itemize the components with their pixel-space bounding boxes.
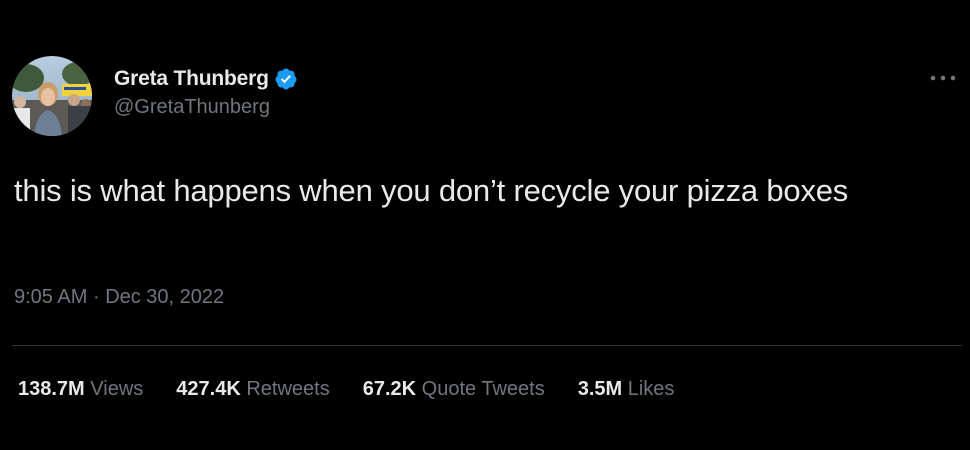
stat-value: 427.4K bbox=[176, 378, 241, 400]
stat-value: 67.2K bbox=[362, 378, 417, 400]
display-name[interactable]: Greta Thunberg bbox=[114, 67, 269, 91]
tweet-date[interactable]: Dec 30, 2022 bbox=[105, 286, 224, 308]
stat-value: 3.5M bbox=[577, 378, 623, 400]
handle[interactable]: @GretaThunberg bbox=[114, 96, 298, 119]
avatar[interactable] bbox=[12, 56, 92, 136]
stat-label: Views bbox=[90, 378, 144, 400]
stat-quote-tweets[interactable]: 67.2K Quote Tweets bbox=[363, 378, 545, 401]
stat-views[interactable]: 138.7M Views bbox=[18, 378, 143, 401]
stat-label: Retweets bbox=[246, 378, 330, 400]
tweet-stats: 138.7M Views 427.4K Retweets 67.2K Quote… bbox=[18, 378, 707, 401]
stat-retweets[interactable]: 427.4K Retweets bbox=[176, 378, 329, 401]
timestamp-separator: · bbox=[92, 286, 100, 308]
more-options-button[interactable] bbox=[928, 66, 958, 90]
tweet-text: this is what happens when you don’t recy… bbox=[14, 173, 849, 208]
stat-likes[interactable]: 3.5M Likes bbox=[578, 378, 675, 401]
stat-value: 138.7M bbox=[18, 378, 85, 400]
divider bbox=[12, 345, 962, 346]
more-options-icon bbox=[930, 75, 956, 81]
stat-label: Likes bbox=[627, 378, 675, 400]
name-row: Greta Thunberg bbox=[114, 66, 298, 92]
author-info: Greta Thunberg @GretaThunberg bbox=[114, 66, 298, 119]
tweet-card: Greta Thunberg @GretaThunberg this is wh… bbox=[0, 0, 970, 450]
profile-photo bbox=[12, 56, 92, 136]
tweet-time[interactable]: 9:05 AM bbox=[14, 286, 87, 308]
verified-badge-icon[interactable] bbox=[274, 67, 298, 91]
tweet-timestamp: 9:05 AM · Dec 30, 2022 bbox=[14, 286, 224, 309]
stat-label: Quote Tweets bbox=[421, 378, 545, 400]
